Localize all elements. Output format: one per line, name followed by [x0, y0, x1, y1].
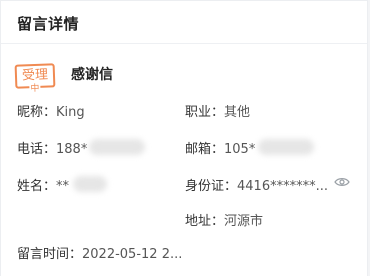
eye-icon[interactable] [334, 176, 350, 188]
status-stamp-text: 受理 [21, 67, 49, 84]
phone-redaction [89, 139, 145, 155]
card-header: 留言详情 [1, 1, 367, 44]
name-value: ** [56, 179, 70, 194]
id-card-field: 身份证：4416*******... [185, 175, 328, 194]
nickname-label: 昵称： [17, 105, 57, 120]
email-field: 邮箱：105* [185, 138, 255, 157]
nickname-field: 昵称：King [17, 101, 85, 120]
name-label: 姓名： [17, 179, 57, 194]
phone-label: 电话： [17, 142, 57, 157]
email-value: 105* [224, 142, 256, 157]
address-label: 地址： [185, 214, 225, 229]
address-field: 地址：河源市 [185, 210, 263, 229]
job-label: 职业： [185, 105, 225, 120]
address-value: 河源市 [224, 214, 264, 229]
name-field: 姓名：** [17, 175, 69, 194]
id-card-value: 4416*******... [237, 179, 328, 194]
phone-value: 188* [56, 142, 88, 157]
time-value: 2022-05-12 2... [82, 247, 183, 262]
time-field: 留言时间：2022-05-12 2... [17, 243, 182, 262]
job-field: 职业：其他 [185, 101, 250, 120]
phone-field: 电话：188* [17, 138, 87, 157]
status-stamp-sub: 中 [29, 83, 41, 95]
job-value: 其他 [224, 105, 251, 120]
email-redaction [258, 139, 314, 155]
page-title: 留言详情 [17, 15, 80, 33]
name-redaction [73, 176, 107, 192]
email-label: 邮箱： [185, 142, 225, 157]
time-label: 留言时间： [17, 247, 83, 262]
message-type: 感谢信 [71, 67, 113, 83]
nickname-value: King [56, 105, 85, 120]
id-card-label: 身份证： [185, 179, 238, 194]
message-detail-card: 留言详情 受理 中 感谢信 昵称：King 职业：其他 电话：188* 邮箱：1… [0, 0, 368, 276]
status-stamp: 受理 中 [14, 63, 56, 95]
